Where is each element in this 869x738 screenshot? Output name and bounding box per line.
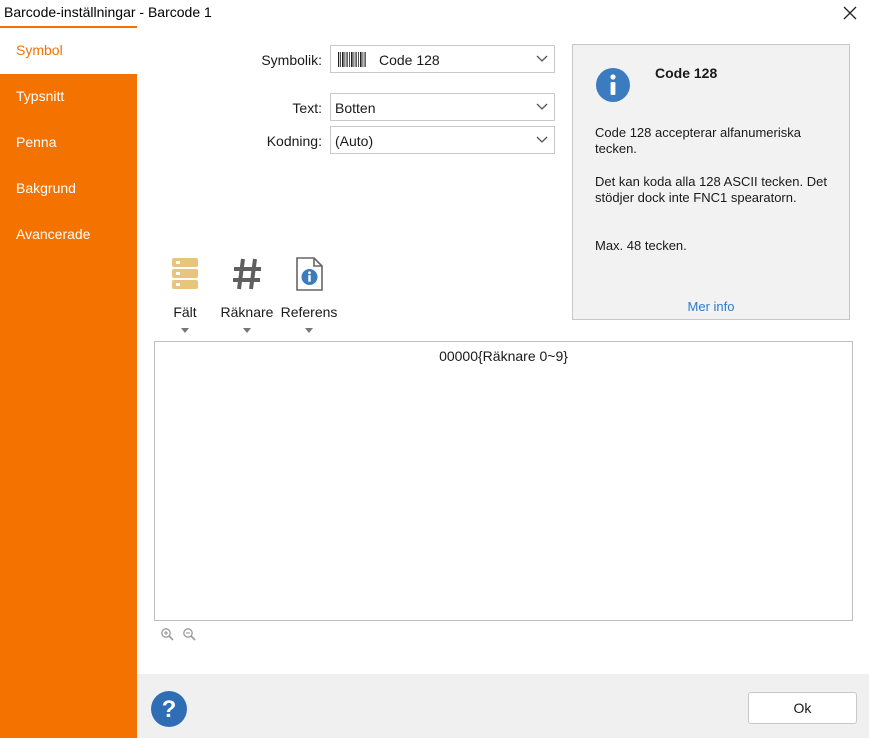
hash-icon bbox=[233, 258, 261, 290]
sidebar-item-avancerade[interactable]: Avancerade bbox=[0, 212, 137, 258]
window-title: Barcode-inställningar - Barcode 1 bbox=[4, 4, 212, 20]
counter-label: Räknare bbox=[220, 304, 274, 320]
reference-insert-button[interactable]: Referens bbox=[277, 256, 341, 340]
info-text-1: Code 128 accepterar alfanumeriska tecken… bbox=[595, 125, 801, 156]
barcode-content-editor[interactable]: 00000{Räknare 0~9} bbox=[154, 341, 853, 621]
sidebar-item-typsnitt[interactable]: Typsnitt bbox=[0, 74, 137, 120]
encoding-select[interactable]: (Auto) bbox=[330, 126, 555, 154]
chevron-down-icon bbox=[536, 55, 548, 62]
barcode-icon bbox=[338, 52, 366, 67]
sidebar-item-label: Penna bbox=[16, 134, 57, 150]
fields-icon bbox=[172, 258, 198, 289]
sidebar-item-label: Bakgrund bbox=[16, 180, 76, 196]
caret-down-icon bbox=[181, 328, 189, 333]
ok-button[interactable]: Ok bbox=[748, 692, 857, 724]
zoom-out-icon[interactable] bbox=[182, 627, 196, 641]
reference-label: Referens bbox=[280, 304, 338, 320]
sidebar-item-label: Avancerade bbox=[16, 226, 91, 242]
info-text-3: Max. 48 tecken. bbox=[595, 238, 687, 253]
zoom-in-icon[interactable] bbox=[160, 627, 174, 641]
info-text-2: Det kan koda alla 128 ASCII tecken. Det … bbox=[595, 174, 827, 205]
sidebar-item-symbol[interactable]: Symbol bbox=[0, 28, 137, 74]
field-insert-button[interactable]: Fält bbox=[153, 256, 217, 340]
info-icon bbox=[596, 68, 630, 102]
info-panel: Code 128 Code 128 accepterar alfanumeris… bbox=[572, 44, 850, 320]
editor-content: 00000{Räknare 0~9} bbox=[439, 348, 568, 364]
sidebar-item-penna[interactable]: Penna bbox=[0, 120, 137, 166]
caret-down-icon bbox=[305, 328, 313, 333]
text-position-select[interactable]: Botten bbox=[330, 93, 555, 121]
svg-text:?: ? bbox=[162, 696, 177, 723]
caret-down-icon bbox=[243, 328, 251, 333]
sidebar: Symbol Typsnitt Penna Bakgrund Avancerad… bbox=[0, 26, 137, 738]
more-info-link[interactable]: Mer info bbox=[573, 299, 849, 314]
encoding-label: Kodning: bbox=[266, 133, 322, 149]
counter-insert-button[interactable]: Räknare bbox=[215, 256, 279, 340]
text-position-label: Text: bbox=[292, 100, 322, 116]
info-title: Code 128 bbox=[655, 65, 718, 81]
text-position-value: Botten bbox=[335, 100, 376, 116]
close-icon[interactable] bbox=[841, 2, 859, 22]
sidebar-item-label: Symbol bbox=[16, 42, 63, 58]
symbology-label: Symbolik: bbox=[261, 52, 322, 68]
help-icon[interactable]: ? bbox=[150, 690, 188, 728]
title-bar: Barcode-inställningar - Barcode 1 bbox=[0, 0, 869, 26]
chevron-down-icon bbox=[536, 136, 548, 143]
encoding-value: (Auto) bbox=[335, 133, 374, 149]
symbology-value: Code 128 bbox=[379, 52, 440, 68]
document-info-icon bbox=[296, 257, 323, 291]
symbology-select[interactable]: Code 128 bbox=[330, 45, 555, 73]
chevron-down-icon bbox=[536, 103, 548, 110]
sidebar-item-label: Typsnitt bbox=[16, 88, 65, 104]
field-label: Fält bbox=[173, 304, 197, 320]
sidebar-item-bakgrund[interactable]: Bakgrund bbox=[0, 166, 137, 212]
